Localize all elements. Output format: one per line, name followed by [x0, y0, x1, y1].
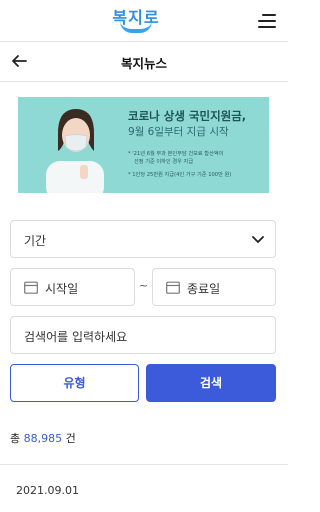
banner-title: 코로나 상생 국민지원금, — [128, 109, 247, 123]
end-date-field[interactable]: 종료일 — [152, 268, 276, 306]
banner-bullet-line: * '21년 6월 부과 본인부담 건보료 합산액이 — [128, 151, 224, 157]
top-bar: 복지로 — [0, 0, 288, 42]
banner-bullet-line: 선정 기준 이하인 경우 지급 — [134, 159, 194, 165]
date-range-separator: ~ — [139, 279, 149, 292]
total-prefix: 총 — [10, 432, 21, 445]
search-placeholder: 검색어를 입력하세요 — [24, 330, 128, 344]
calendar-icon — [166, 281, 180, 294]
page-title: 복지뉴스 — [120, 56, 167, 71]
total-count: 총 88,985 건 — [10, 430, 76, 446]
banner-person-illustration — [46, 109, 104, 193]
period-select[interactable]: 기간 — [10, 220, 276, 258]
start-date-field[interactable]: 시작일 — [10, 268, 135, 306]
banner-subtitle: 9월 6일부터 지급 시작 — [128, 126, 229, 138]
search-input[interactable]: 검색어를 입력하세요 — [10, 316, 276, 354]
sub-header: 복지뉴스 — [0, 42, 288, 82]
promo-banner[interactable]: 코로나 상생 국민지원금, 9월 6일부터 지급 시작 * '21년 6월 부과… — [18, 97, 269, 193]
type-button[interactable]: 유형 — [10, 364, 139, 402]
search-button[interactable]: 검색 — [146, 364, 276, 402]
news-item-date[interactable]: 2021.09.01 — [16, 484, 79, 497]
total-suffix: 건 — [65, 432, 76, 445]
calendar-icon — [24, 281, 38, 294]
divider — [0, 464, 288, 465]
banner-bullet-line: * 1인당 25만원 지급(4인 가구 기준 100만 원) — [128, 172, 232, 178]
start-date-label: 시작일 — [45, 282, 79, 296]
end-date-label: 종료일 — [187, 282, 221, 296]
period-select-label: 기간 — [24, 234, 47, 248]
chevron-down-icon — [252, 236, 264, 243]
logo-smile-mark — [120, 21, 152, 33]
hamburger-icon[interactable] — [256, 12, 276, 30]
total-count-value: 88,985 — [23, 432, 63, 445]
logo[interactable]: 복지로 — [109, 4, 163, 38]
